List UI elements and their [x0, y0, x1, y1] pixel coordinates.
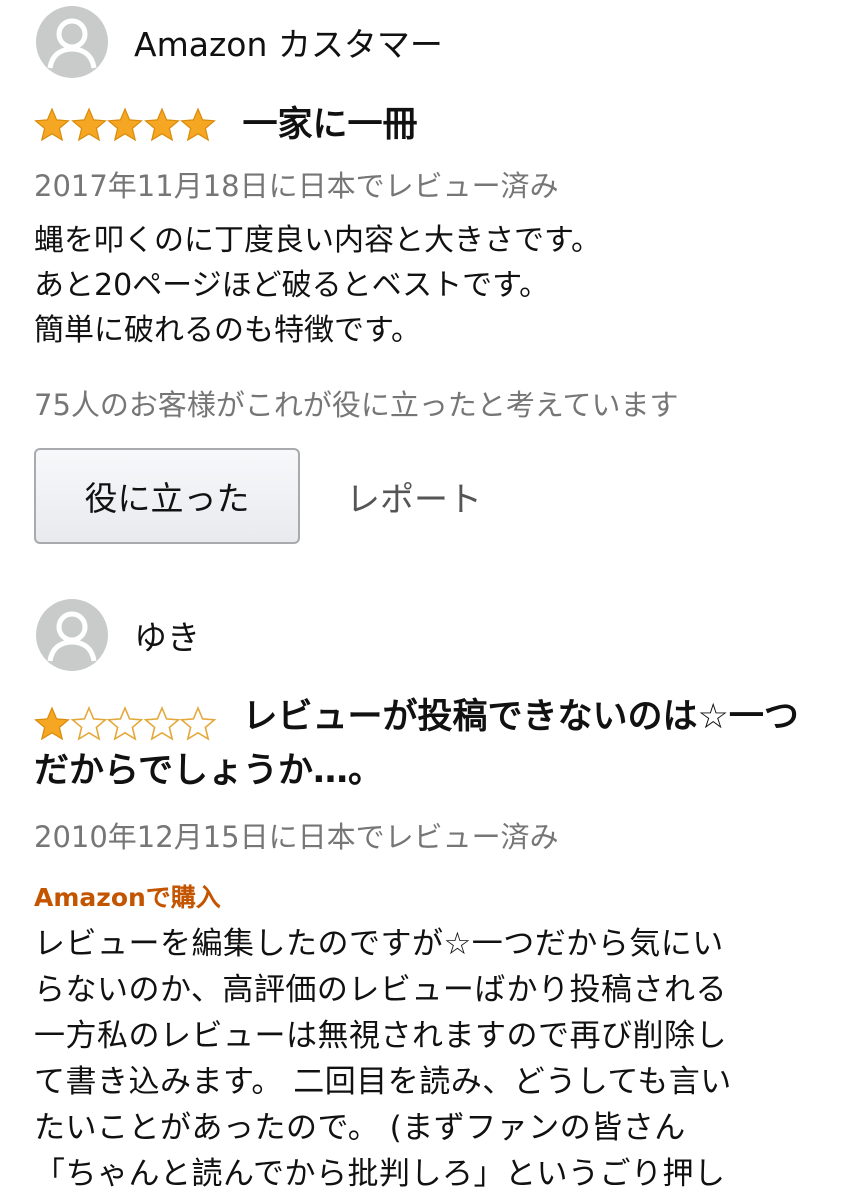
star-empty-icon	[180, 705, 216, 741]
review-date: 2017年11月18日に日本でレビュー済み	[34, 169, 559, 203]
star-filled-icon	[70, 107, 107, 142]
star-filled-icon	[107, 107, 143, 142]
review-title[interactable]: 一家に一冊	[243, 105, 418, 145]
reviewer-name[interactable]: Amazon カスタマー	[134, 18, 443, 66]
report-link[interactable]: レポート	[346, 472, 482, 521]
star-empty-icon	[107, 705, 143, 741]
reviewer-name[interactable]: ゆき	[134, 611, 200, 659]
helpful-button[interactable]: 役に立った	[34, 448, 300, 544]
review-body-line: たいことがあったので。 (まずファンの皆さん	[34, 1110, 686, 1146]
review-title-row: レビューが投稿できないのは☆一つだからでしょうか…。	[34, 690, 824, 798]
review-body-line: レビューを編集したのですが☆一つだから気にい	[34, 926, 724, 962]
star-empty-icon	[70, 705, 107, 741]
review-body-line: て書き込みます。 二回目を読み、どうしても言い	[34, 1064, 732, 1100]
reviewer-profile[interactable]: ゆき	[36, 599, 200, 671]
avatar-icon[interactable]	[36, 6, 108, 78]
review-body: 蝿を叩くのに丁度良い内容と大きさです。 あと20ページほど破るとベストです。 簡…	[34, 218, 814, 353]
star-filled-icon	[34, 705, 70, 740]
avatar-icon[interactable]	[36, 599, 108, 671]
review-body-line: 簡単に破れるのも特徴です。	[34, 313, 421, 348]
star-rating	[34, 705, 217, 742]
review-date: 2010年12月15日に日本でレビュー済み	[34, 820, 559, 854]
star-filled-icon	[34, 107, 70, 142]
verified-purchase-badge: Amazonで購入	[34, 883, 221, 912]
review-body-line: 一方私のレビューは無視されますので再び削除し	[34, 1018, 727, 1054]
star-empty-icon	[143, 705, 180, 741]
review-body-line: あと20ページほど破るとベストです。	[34, 268, 550, 303]
star-filled-icon	[180, 107, 216, 142]
review-body-line: 蝿を叩くのに丁度良い内容と大きさです。	[34, 223, 601, 258]
review-body: レビューを編集したのですが☆一つだから気にい らないのか、高評価のレビューばかり…	[34, 921, 814, 1197]
review-body-line: らないのか、高評価のレビューばかり投稿される	[34, 972, 727, 1008]
star-rating	[34, 107, 217, 143]
review-body-line: 「ちゃんと読んでから批判しろ」というごり押し	[34, 1156, 726, 1192]
review-title-row: 一家に一冊	[34, 98, 824, 152]
star-filled-icon	[143, 107, 180, 142]
reviewer-profile[interactable]: Amazon カスタマー	[36, 6, 443, 78]
helpful-count: 75人のお客様がこれが役に立ったと考えています	[34, 388, 679, 422]
